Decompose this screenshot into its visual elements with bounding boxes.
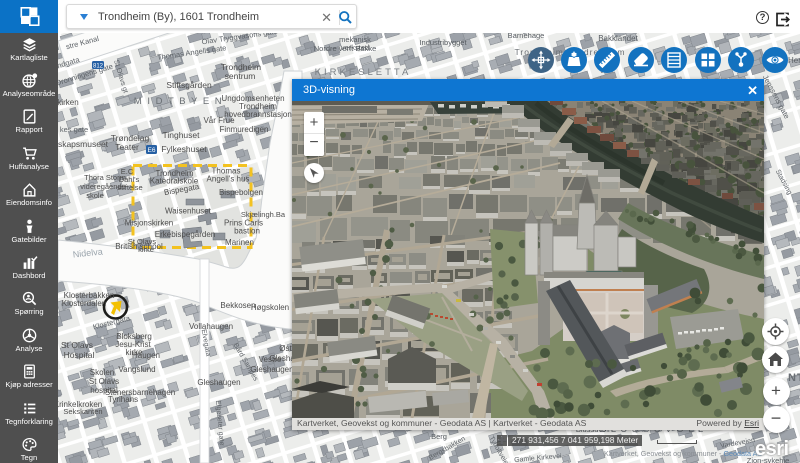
svg-text:Sekskanten: Sekskanten: [63, 407, 102, 416]
svg-text:812: 812: [93, 64, 104, 70]
svg-text:skole: skole: [86, 191, 104, 200]
svg-text:E6: E6: [148, 147, 156, 154]
svg-text:Gleshaugen: Gleshaugen: [250, 365, 293, 374]
svg-text:KIRKESLETTA: KIRKESLETTA: [315, 67, 412, 78]
svg-text:Bispebolgen: Bispebolgen: [219, 188, 263, 197]
svg-text:Gleshaugen: Gleshaugen: [197, 378, 240, 387]
svg-text:Finmuredigen: Finmuredigen: [220, 125, 269, 134]
svg-text:Vollahaugen: Vollahaugen: [189, 322, 233, 331]
svg-text:kirken: kirken: [58, 98, 79, 107]
svg-text:Klosterdalen: Klosterdalen: [62, 299, 106, 308]
svg-text:Hem: Hem: [788, 56, 800, 65]
svg-text:Misjonskirken: Misjonskirken: [125, 219, 173, 228]
svg-text:Teater: Teater: [115, 142, 139, 152]
svg-text:Hospital: Hospital: [64, 350, 95, 360]
svg-text:M I D T B Y E N: M I D T B Y E N: [134, 96, 223, 107]
svg-text:Barnehage: Barnehage: [508, 33, 545, 40]
svg-text:Erkebispegården: Erkebispegården: [155, 230, 215, 239]
svg-text:kes gate: kes gate: [60, 125, 88, 134]
svg-text:Skjælingh.Ba: Skjælingh.Ba: [241, 210, 286, 219]
svg-text:Tyrihans: Tyrihans: [108, 395, 138, 404]
svg-text:Industribygget: Industribygget: [419, 38, 467, 47]
svg-text:Berg: Berg: [431, 432, 447, 441]
svg-text:British school: British school: [115, 242, 163, 251]
svg-text:sentrum: sentrum: [225, 71, 256, 81]
svg-text:Skolen: Skolen: [90, 368, 114, 377]
svg-text:Angell's hus: Angell's hus: [207, 175, 250, 184]
svg-text:Waisenhuset: Waisenhuset: [165, 207, 212, 216]
svg-text:Vangslund: Vangslund: [118, 365, 155, 374]
svg-text:St Olavs: St Olavs: [61, 340, 93, 350]
svg-text:Høgskolen: Høgskolen: [251, 303, 289, 312]
svg-text:Marinen: Marinen: [225, 238, 254, 247]
svg-text:Thora Storm: Thora Storm: [84, 173, 126, 182]
svg-text:St Olavs: St Olavs: [89, 377, 119, 386]
svg-text:Nordre verft Bakke: Nordre verft Bakke: [314, 44, 377, 53]
svg-text:bastion: bastion: [234, 227, 260, 236]
svg-text:Haugen: Haugen: [132, 351, 160, 360]
svg-text:skapsmuseet: skapsmuseet: [58, 139, 109, 149]
svg-text:NTINL: NTINL: [788, 372, 800, 384]
svg-text:Bakklandet: Bakklandet: [598, 34, 638, 43]
svg-text:Vår Frue: Vår Frue: [203, 116, 235, 125]
svg-text:Stiftsgården: Stiftsgården: [166, 80, 212, 90]
svg-text:videregående: videregående: [80, 182, 125, 191]
svg-text:Fylkeshuset: Fylkeshuset: [161, 144, 207, 154]
svg-text:Tinghuset: Tinghuset: [162, 130, 200, 140]
